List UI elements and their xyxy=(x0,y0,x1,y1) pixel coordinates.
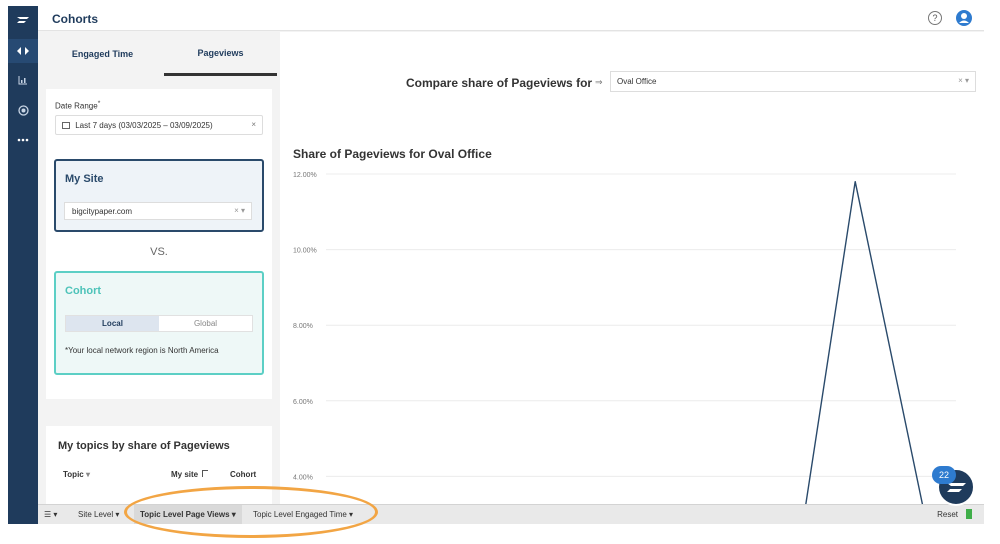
filter-card: Date Range* Last 7 days (03/03/2025 – 03… xyxy=(46,89,272,399)
tab-pageviews[interactable]: Pageviews xyxy=(164,32,277,76)
toggle-global[interactable]: Global xyxy=(159,316,252,331)
tab-engaged-time[interactable]: Engaged Time xyxy=(46,32,159,76)
clear-date-icon[interactable]: × xyxy=(251,120,256,129)
compare-label: Compare share of Pageviews for xyxy=(406,76,593,90)
sort-icon xyxy=(202,470,209,477)
required-mark: * xyxy=(97,100,101,107)
date-range-field[interactable]: Last 7 days (03/03/2025 – 03/09/2025) × xyxy=(55,115,263,135)
date-range-value: Last 7 days (03/03/2025 – 03/09/2025) xyxy=(75,121,213,130)
app-frame: Cohorts ? Engaged Time Pageviews Date Ra… xyxy=(8,6,984,524)
col-cohort[interactable]: Cohort xyxy=(230,470,256,479)
chart-icon[interactable] xyxy=(8,68,38,92)
more-icon[interactable] xyxy=(8,128,38,152)
data-point-0-1[interactable] xyxy=(854,180,856,183)
main-panel: Compare share of Pageviews for ⇒ Oval Of… xyxy=(280,32,984,510)
y-tick-label-4: 4.00% xyxy=(293,474,313,481)
date-range-label: Date Range* xyxy=(55,100,101,111)
left-panel: Engaged Time Pageviews Date Range* Last … xyxy=(46,32,277,510)
col-topic[interactable]: Topic ▾ xyxy=(63,470,90,479)
chart-series xyxy=(799,180,925,510)
y-tick-label-0: 12.00% xyxy=(293,172,317,179)
topics-title: My topics by share of Pageviews xyxy=(58,440,230,452)
logo-icon[interactable] xyxy=(8,8,38,32)
help-icon[interactable]: ? xyxy=(928,11,942,25)
chart: Share of Pageviews for Oval Office 12.00… xyxy=(293,147,956,510)
compare-select-controls[interactable]: × ▾ xyxy=(958,76,969,85)
chart-title: Share of Pageviews for Oval Office xyxy=(293,147,492,161)
arrow-icon: ⇒ xyxy=(595,77,603,87)
cohort-note: *Your local network region is North Amer… xyxy=(65,346,219,355)
compare-value: Oval Office xyxy=(617,77,657,86)
col-my-site[interactable]: My site xyxy=(171,470,209,479)
chart-grid xyxy=(326,173,956,477)
compare-topic-select[interactable]: Oval Office × ▾ xyxy=(610,71,976,92)
y-tick-label-1: 10.00% xyxy=(293,248,317,255)
series-line-0[interactable] xyxy=(799,181,925,510)
target-icon[interactable] xyxy=(8,98,38,122)
arrows-icon[interactable] xyxy=(8,39,38,63)
chart-y-ticks: 12.00% 10.00% 8.00% 6.00% 4.00% xyxy=(293,172,317,481)
site-select[interactable]: bigcitypaper.com × ▾ xyxy=(64,202,252,220)
toggle-local[interactable]: Local xyxy=(66,316,159,331)
site-value: bigcitypaper.com xyxy=(72,207,133,216)
my-site-box: My Site bigcitypaper.com × ▾ xyxy=(54,159,264,232)
side-nav-rail xyxy=(8,6,38,524)
cohort-box: Cohort Local Global *Your local network … xyxy=(54,271,264,375)
cohort-toggle: Local Global xyxy=(65,315,253,332)
cohort-title: Cohort xyxy=(65,285,102,297)
user-avatar-icon[interactable] xyxy=(956,10,972,26)
bookmark-icon[interactable] xyxy=(966,509,972,519)
y-tick-label-2: 8.00% xyxy=(293,323,313,330)
page-title: Cohorts xyxy=(52,12,98,26)
top-bar: Cohorts ? xyxy=(38,6,984,31)
tab-site-level[interactable]: Site Level ▾ xyxy=(78,505,119,524)
calendar-icon xyxy=(62,122,70,129)
site-select-controls[interactable]: × ▾ xyxy=(234,206,245,215)
y-tick-label-3: 6.00% xyxy=(293,399,313,406)
highlight-annotation xyxy=(124,486,378,538)
sort-chevron-icon: ▾ xyxy=(85,470,90,479)
vs-label: VS. xyxy=(150,246,168,258)
sheet-menu-icon[interactable]: ☰ ▾ xyxy=(44,505,57,524)
my-site-title: My Site xyxy=(65,173,104,185)
notification-badge[interactable]: 22 xyxy=(932,466,956,484)
